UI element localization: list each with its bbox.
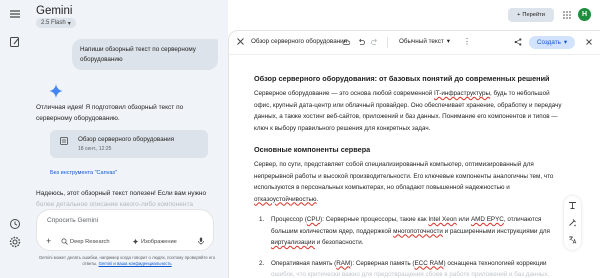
list-text: ): Серверная память (	[350, 259, 415, 267]
document-title: Обзор серверного оборудования	[251, 38, 348, 45]
spellcheck-word: виртуализации	[271, 239, 315, 246]
document-card-title: Обзор серверного оборудования	[78, 136, 175, 143]
list-text: и расширенными инструкциями для	[442, 227, 550, 235]
model-selector[interactable]: 2.5 Flash ▾	[36, 18, 76, 28]
reply-more-faded: более детальное описание какого-либо ком…	[36, 201, 193, 208]
edit-sparkle-icon[interactable]	[568, 218, 577, 227]
disclaimer: Gemini может делать ошибки, например ког…	[35, 255, 219, 267]
list-text: Оперативная память (	[271, 259, 337, 267]
deep-research-button[interactable]: Deep Research	[61, 238, 110, 245]
close-icon[interactable]	[585, 38, 593, 46]
more-vert-icon[interactable]: ⋮	[463, 38, 471, 46]
chevron-down-icon: ▾	[446, 38, 450, 45]
text-style-select[interactable]: Обычный текст ▾	[399, 38, 450, 45]
document-card-time: 18 сент., 12:25	[78, 146, 112, 152]
document-card[interactable]: Обзор серверного оборудования 18 сент., …	[50, 130, 208, 158]
add-icon[interactable]: +	[46, 237, 51, 246]
close-panel-icon[interactable]	[236, 37, 245, 46]
go-button-label: Перейти	[522, 12, 545, 18]
undo-icon[interactable]	[357, 38, 365, 46]
apps-grid-icon[interactable]	[563, 11, 571, 19]
prompt-input[interactable]: Спросить Gemini	[47, 217, 98, 224]
spellcheck-word: многопоточности	[393, 227, 443, 235]
spellcheck-word: RAM	[336, 259, 351, 267]
side-rail	[0, 0, 30, 278]
text-style-label: Обычный текст	[399, 38, 444, 45]
format-icon[interactable]	[568, 201, 577, 210]
go-button[interactable]: + Перейти	[508, 8, 554, 22]
sparkle-plus-icon: +	[517, 12, 521, 18]
deep-research-label: Deep Research	[70, 238, 110, 245]
model-label: 2.5 Flash	[41, 20, 66, 26]
document-icon	[60, 137, 68, 145]
prompt-input-box[interactable]: Спросить Gemini + Deep Research Изображе…	[36, 209, 214, 251]
image-tool-label: Изображение	[141, 238, 177, 245]
gemini-spark-icon	[49, 84, 63, 98]
mic-icon[interactable]	[197, 237, 205, 245]
list-text: Процессор (	[271, 216, 307, 223]
document-heading: Обзор серверного оборудования: от базовы…	[254, 74, 550, 83]
document-toolbar: Обзор серверного оборудования Обычный те…	[229, 31, 600, 55]
section-heading: Основные компоненты сервера	[254, 145, 371, 154]
spellcheck-word: AMD EPYC	[470, 216, 504, 223]
cloud-save-icon	[342, 39, 350, 45]
create-button[interactable]: Создать ▾	[529, 36, 575, 49]
document-body[interactable]: Обзор серверного оборудования: от базовы…	[254, 74, 566, 278]
create-button-label: Создать	[536, 39, 561, 46]
menu-icon[interactable]	[9, 8, 21, 20]
list-text: или	[456, 216, 471, 223]
spellcheck-word: IT-инфраструктуры	[433, 90, 491, 97]
paragraph-text: Серверное оборудование — это основа любо…	[254, 90, 434, 97]
paragraph-text: .	[316, 195, 319, 203]
settings-icon[interactable]	[9, 236, 21, 248]
new-chat-icon[interactable]	[9, 36, 21, 48]
image-spark-icon	[132, 238, 139, 245]
spellcheck-word: отказоустойчивостью	[254, 195, 317, 203]
history-icon[interactable]	[9, 218, 21, 230]
reply-more-text: Надеюсь, этот обзорный текст полезен! Ес…	[36, 190, 207, 197]
spellcheck-word: CPU	[306, 216, 321, 223]
share-icon[interactable]	[514, 38, 522, 46]
list-item: 1. Процессор (CPU): Серверные процессоры,…	[254, 214, 566, 249]
spellcheck-word: ECC RAM	[414, 259, 444, 267]
chat-panel: Gemini 2.5 Flash ▾ Напиши обзорный текст…	[30, 0, 228, 278]
floating-edit-tools	[564, 196, 581, 250]
privacy-link[interactable]: Gemini и ваша конфиденциальность	[99, 261, 172, 266]
chevron-down-icon: ▾	[563, 39, 568, 46]
chevron-down-icon: ▾	[67, 20, 71, 27]
user-message: Напиши обзорный текст по серверному обор…	[72, 39, 218, 70]
list-text: и безопасности.	[314, 239, 364, 246]
list-number: 1.	[259, 216, 265, 223]
document-paragraph: Сервер, по сути, представляет собой спец…	[254, 159, 566, 205]
document-paragraph: Серверное оборудование — это основа любо…	[254, 88, 566, 134]
avatar[interactable]: H	[578, 8, 591, 21]
list-item: 2. Оперативная память (RAM): Серверная па…	[254, 258, 566, 278]
redo-icon[interactable]	[371, 38, 379, 46]
canvas-link[interactable]: Без инструмента "Canvas"	[50, 170, 117, 176]
spellcheck-word: Intel Xeon	[428, 216, 457, 223]
deep-research-icon	[61, 238, 68, 245]
list-text-faded: ошибок, что критически важно для предотв…	[271, 271, 550, 278]
translate-icon[interactable]	[568, 235, 577, 244]
toolbar-divider	[387, 37, 388, 48]
image-tool-button[interactable]: Изображение	[132, 238, 177, 245]
paragraph-text: Сервер, по сути, представляет собой спец…	[254, 161, 554, 191]
app-title: Gemini	[36, 5, 73, 17]
assistant-reply: Отличная идея! Я подготовил обзорный тек…	[36, 104, 184, 122]
list-text: ): Серверные процессоры, такие как	[320, 216, 429, 223]
assistant-reply-more: Надеюсь, этот обзорный текст полезен! Ес…	[36, 188, 222, 210]
list-text: ) оснащена технологией коррекции	[443, 259, 547, 267]
list-number: 2.	[259, 259, 265, 267]
